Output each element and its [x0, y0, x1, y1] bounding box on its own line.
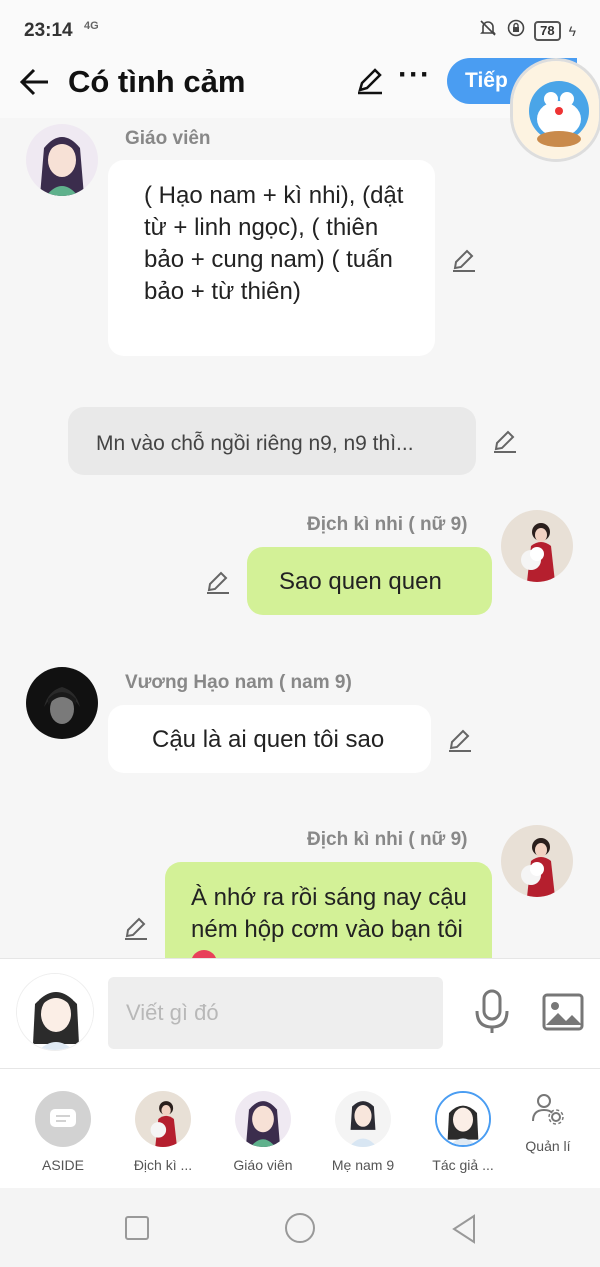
character-avatar [135, 1091, 191, 1147]
emoji-icon [191, 949, 217, 958]
character-avatar [435, 1091, 491, 1147]
lock-rotation-icon [506, 18, 526, 43]
avatar-vuong-hao-nam[interactable] [26, 667, 98, 739]
character-label: Giáo viên [233, 1157, 293, 1173]
image-upload-icon[interactable] [542, 993, 584, 1036]
message-text: À nhớ ra rồi sáng nay cậu ném hộp cơm và… [191, 884, 467, 943]
character-tac-gia[interactable]: Tác giả ... [413, 1087, 513, 1173]
edit-message-icon[interactable] [122, 913, 150, 941]
character-aside[interactable]: ASIDE [13, 1087, 113, 1173]
back-arrow-icon[interactable] [18, 62, 52, 111]
back-triangle-icon[interactable] [450, 1214, 478, 1244]
character-avatar [235, 1091, 291, 1147]
composer [0, 958, 600, 1068]
page-title: Có tình cảm [68, 64, 246, 99]
edit-message-icon[interactable] [446, 725, 474, 753]
status-bar: 23:14 4G 78 ϟ [0, 0, 600, 60]
signal-label: 4G [84, 20, 99, 32]
character-giao-vien[interactable]: Giáo viên [213, 1087, 313, 1173]
sender-name: Giáo viên [125, 128, 211, 149]
sender-name: Địch kì nhi ( nữ 9) [307, 514, 468, 535]
system-nav-bar [0, 1188, 600, 1267]
chat-area[interactable]: Giáo viên ( Hạo nam + kì nhi), (dật từ +… [0, 118, 600, 958]
current-speaker-avatar[interactable] [16, 973, 94, 1051]
edit-message-icon[interactable] [450, 245, 478, 273]
aside-bubble[interactable]: Mn vào chỗ ngồi riêng n9, n9 thì... [68, 407, 476, 475]
status-icons: 78 ϟ [478, 18, 576, 43]
recent-apps-button[interactable] [125, 1216, 149, 1240]
more-options-icon[interactable]: ··· [398, 58, 431, 92]
character-label: Mẹ nam 9 [331, 1157, 395, 1173]
message-text: Cậu là ai quen tôi sao [152, 726, 385, 753]
charging-icon: ϟ [568, 22, 576, 39]
battery-level: 78 [534, 20, 561, 41]
character-label: Tác giả ... [432, 1157, 494, 1173]
sender-name: Địch kì nhi ( nữ 9) [307, 829, 468, 850]
avatar-dich-ki-nhi[interactable] [501, 510, 573, 582]
avatar-dich-ki-nhi[interactable] [501, 825, 573, 897]
manage-label: Quản lí [525, 1138, 571, 1154]
sender-name: Vương Hạo nam ( nam 9) [125, 672, 352, 693]
character-label: Địch kì ... [133, 1157, 193, 1173]
message-bubble[interactable]: ( Hạo nam + kì nhi), (dật từ + linh ngọc… [108, 160, 435, 356]
message-text: ( Hạo nam + kì nhi), (dật từ + linh ngọc… [144, 182, 404, 305]
message-bubble[interactable]: À nhớ ra rồi sáng nay cậu ném hộp cơm và… [165, 862, 492, 958]
home-button[interactable] [285, 1213, 315, 1243]
manage-user-icon [532, 1094, 564, 1125]
message-input[interactable] [108, 977, 443, 1049]
edit-title-icon[interactable] [354, 64, 386, 101]
avatar-teacher[interactable] [26, 124, 98, 196]
message-bubble[interactable]: Cậu là ai quen tôi sao [108, 705, 431, 773]
bell-off-icon [478, 18, 498, 43]
message-bubble[interactable]: Sao quen quen [247, 547, 492, 615]
character-bar: ASIDE Địch kì ... Giáo viên Mẹ nam 9 Tác… [0, 1068, 600, 1188]
edit-message-icon[interactable] [204, 567, 232, 595]
status-time: 23:14 [24, 20, 73, 41]
character-me-nam-9[interactable]: Mẹ nam 9 [313, 1087, 413, 1173]
message-text: Sao quen quen [279, 568, 442, 595]
character-label: ASIDE [41, 1157, 84, 1173]
aside-avatar [35, 1091, 91, 1147]
character-dich-ki-nhi[interactable]: Địch kì ... [113, 1087, 213, 1173]
character-avatar [335, 1091, 391, 1147]
microphone-icon[interactable] [472, 989, 512, 1040]
manage-button[interactable]: Quản lí [508, 1091, 588, 1154]
message-text: Mn vào chỗ ngồi riêng n9, n9 thì... [96, 432, 414, 455]
edit-message-icon[interactable] [491, 426, 519, 454]
